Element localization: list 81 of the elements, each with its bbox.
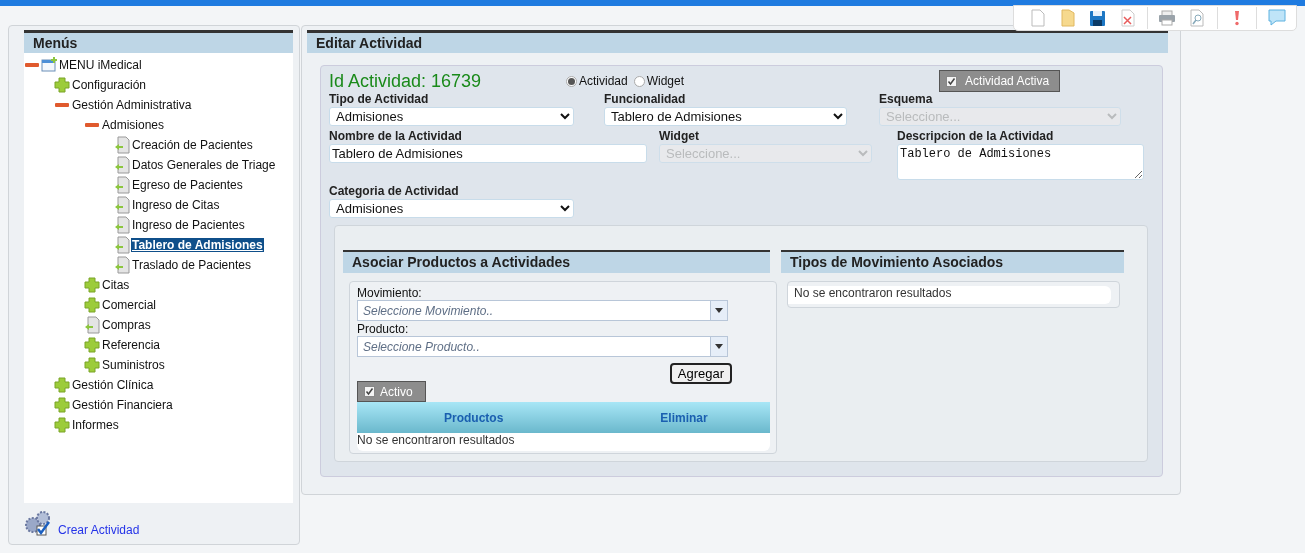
field-label: Descripcion de la Actividad	[897, 129, 1055, 144]
new-page-icon[interactable]	[1031, 9, 1046, 27]
plus-icon[interactable]	[54, 397, 70, 413]
dropdown-button[interactable]	[710, 336, 728, 357]
dropdown-button[interactable]	[710, 300, 728, 321]
tree-item[interactable]: Traslado de Pacientes	[131, 258, 252, 272]
empty-message: No se encontraron resultados	[788, 286, 1111, 304]
activity-id: Id Actividad: 16739	[329, 70, 483, 92]
radio-button[interactable]	[633, 75, 645, 87]
print-icon[interactable]	[1158, 10, 1177, 26]
name-input[interactable]: Tablero de Admisiones	[329, 144, 647, 163]
checkbox[interactable]	[364, 386, 375, 397]
caret-icon	[715, 308, 723, 313]
chat-icon[interactable]	[1266, 9, 1287, 27]
page-icon	[114, 176, 130, 194]
preview-icon[interactable]	[1190, 9, 1205, 27]
page-icon	[84, 316, 100, 334]
field-label: Tipo de Actividad	[329, 92, 430, 107]
window-icon	[41, 57, 57, 73]
tree-item[interactable]: Gestión Clínica	[71, 378, 155, 392]
checkbox[interactable]	[946, 75, 958, 87]
dropdown[interactable]: Admisiones	[329, 107, 574, 126]
page-icon	[114, 136, 130, 154]
description-field[interactable]: Tablero de Admisiones	[897, 144, 1144, 180]
create-activity-link[interactable]: Crear Actividad	[58, 523, 140, 537]
tree-item[interactable]: Suministros	[101, 358, 166, 372]
tree-item[interactable]: Comercial	[101, 298, 157, 312]
tree-item[interactable]: Citas	[101, 278, 131, 292]
section-title: Asociar Productos a Actividades	[343, 250, 770, 273]
tree-item[interactable]: Tablero de Admisiones	[131, 238, 264, 252]
folder-icon[interactable]	[1060, 9, 1077, 27]
plus-icon[interactable]	[84, 297, 100, 313]
page-icon	[114, 216, 130, 234]
radio-label: Widget	[646, 74, 685, 88]
plus-icon[interactable]	[84, 337, 100, 353]
empty-message: No se encontraron resultados	[357, 433, 770, 451]
radio-button[interactable]	[566, 75, 577, 87]
field-label: Producto:	[357, 322, 410, 336]
plus-icon[interactable]	[54, 377, 70, 393]
tree-item[interactable]: Ingreso de Citas	[131, 198, 221, 212]
tree-item[interactable]: Datos Generales de Triage	[131, 158, 277, 172]
plus-icon[interactable]	[54, 77, 70, 93]
field-label: Esquema	[879, 92, 934, 107]
field-label: Nombre de la Actividad	[329, 129, 463, 144]
movement-field[interactable]: Seleccione Movimiento..	[357, 300, 710, 321]
plus-icon[interactable]	[84, 277, 100, 293]
dropdown[interactable]: Tablero de Admisiones	[604, 107, 847, 126]
add-button[interactable]: Agregar	[669, 363, 732, 384]
tree-item[interactable]: Configuración	[71, 78, 148, 92]
delete-page-icon[interactable]	[1120, 9, 1135, 27]
plus-icon[interactable]	[54, 417, 70, 433]
section-title: Tipos de Movimiento Asociados	[781, 250, 1124, 273]
alert-icon[interactable]	[1233, 10, 1240, 26]
plus-icon[interactable]	[84, 357, 100, 373]
dropdown[interactable]: Admisiones	[329, 199, 574, 218]
product-field[interactable]: Seleccione Producto..	[357, 336, 710, 357]
page-icon	[114, 236, 130, 254]
panel-title: Editar Actividad	[307, 30, 1168, 53]
page-icon	[114, 156, 130, 174]
page-icon	[114, 256, 130, 274]
tree-item[interactable]: Gestión Administrativa	[71, 98, 193, 112]
tree-item[interactable]: Egreso de Pacientes	[131, 178, 244, 192]
column-header: Productos	[444, 410, 504, 425]
column-header: Eliminar	[660, 410, 708, 425]
caret-icon	[715, 344, 723, 349]
tree-item[interactable]: Admisiones	[101, 118, 166, 132]
tree-item[interactable]: MENU iMedical	[58, 58, 143, 72]
radio-label: Actividad	[579, 74, 628, 88]
panel-title: Menús	[24, 30, 293, 53]
tree-item[interactable]: Informes	[71, 418, 120, 432]
field-label: Widget	[659, 129, 700, 144]
field-label: Movimiento:	[357, 286, 423, 300]
tree-item[interactable]: Ingreso de Pacientes	[131, 218, 246, 232]
field-label: Categoria de Actividad	[329, 184, 460, 199]
tree-item[interactable]: Creación de Pacientes	[131, 138, 254, 152]
field-label: Funcionalidad	[604, 92, 687, 107]
tree-item[interactable]: Gestión Financiera	[71, 398, 174, 412]
tree-item[interactable]: Compras	[101, 318, 152, 332]
save-icon[interactable]	[1089, 9, 1107, 27]
tree-item[interactable]: Referencia	[101, 338, 162, 352]
page-icon	[114, 196, 130, 214]
